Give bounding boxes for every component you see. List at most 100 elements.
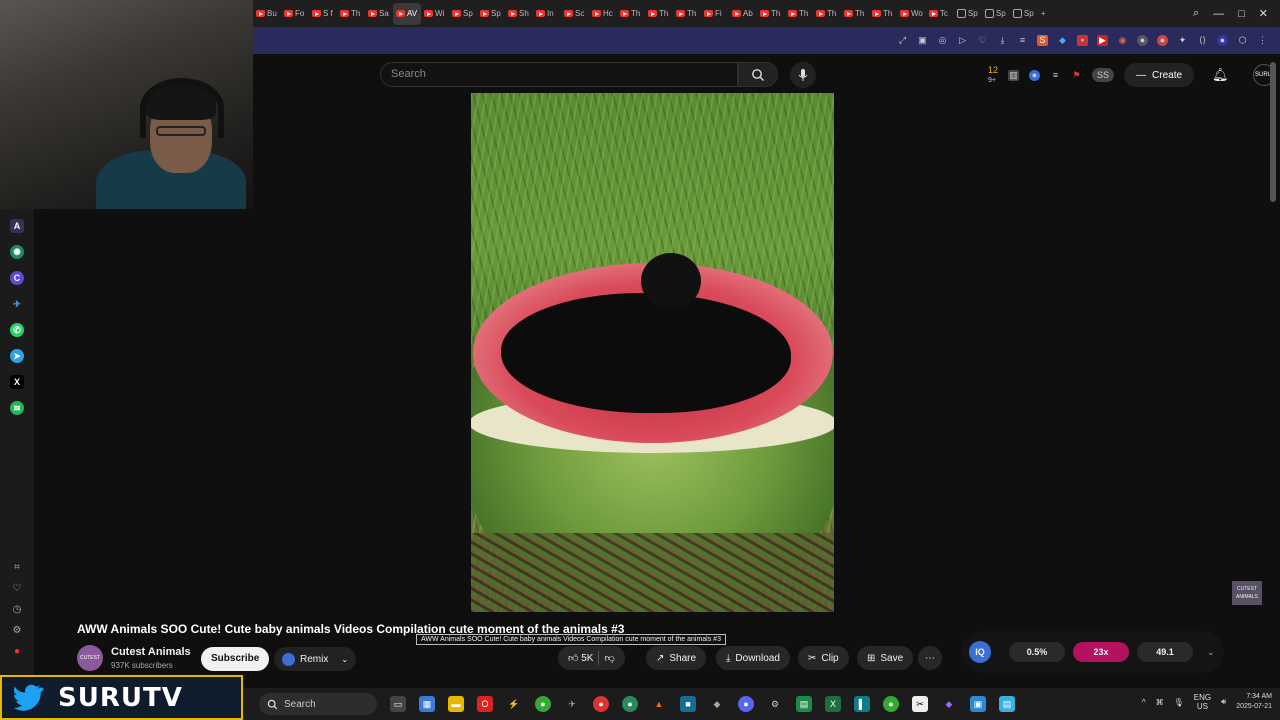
browser-tab[interactable]: Th bbox=[645, 3, 673, 25]
whatsapp-icon[interactable]: ✆ bbox=[10, 323, 24, 337]
share-button[interactable]: ↗ Share bbox=[646, 646, 707, 670]
browser-tab[interactable]: Sp bbox=[954, 3, 982, 25]
heart-icon[interactable]: ♡ bbox=[977, 35, 988, 46]
extensions-icon[interactable]: ⬡ bbox=[1237, 35, 1248, 46]
browser-tab[interactable]: Bu bbox=[253, 3, 281, 25]
create-button[interactable]: — Create bbox=[1124, 63, 1195, 87]
discord-icon[interactable]: ● bbox=[738, 696, 754, 712]
file-explorer-icon[interactable]: ▬ bbox=[448, 696, 464, 712]
network-icon[interactable]: ⌘ bbox=[1156, 698, 1164, 707]
browser-tab[interactable]: Fi bbox=[701, 3, 729, 25]
browser-tab[interactable]: Wi bbox=[421, 3, 449, 25]
more-icon[interactable]: ⋮ bbox=[1257, 35, 1268, 46]
ext-box-icon[interactable]: ▥ bbox=[1008, 69, 1020, 81]
aria-icon[interactable]: A bbox=[10, 219, 24, 233]
excel-icon[interactable]: X bbox=[825, 696, 841, 712]
screenshot-icon[interactable]: ▣ bbox=[917, 35, 928, 46]
s-extension-icon[interactable]: S bbox=[1037, 35, 1048, 46]
browser-tab[interactable]: S f bbox=[309, 3, 337, 25]
browser-tab[interactable]: AV bbox=[393, 2, 421, 25]
list-icon[interactable]: ≡ bbox=[1050, 70, 1061, 81]
vlc-icon[interactable]: ▲ bbox=[651, 696, 667, 712]
save-button[interactable]: ⊞ Save bbox=[857, 646, 914, 670]
new-tab-button[interactable]: + bbox=[1038, 3, 1066, 25]
browser-tab[interactable]: Th bbox=[813, 3, 841, 25]
play-icon[interactable]: ▷ bbox=[957, 35, 968, 46]
heart-outline-icon[interactable]: ♡ bbox=[13, 583, 22, 594]
system-clock[interactable]: 7:34 AM 2025-07-21 bbox=[1236, 692, 1272, 712]
lightning-icon[interactable]: ⚡ bbox=[506, 696, 522, 712]
c-app-icon[interactable]: C bbox=[10, 271, 24, 285]
browser-tab[interactable]: Sc bbox=[561, 3, 589, 25]
close-icon[interactable]: ✕ bbox=[1259, 7, 1268, 20]
settings-gear-icon[interactable]: ⚙ bbox=[767, 696, 783, 712]
upwork-icon[interactable]: ● bbox=[883, 696, 899, 712]
chrome-icon[interactable]: ● bbox=[1157, 35, 1168, 46]
voice-search-button[interactable] bbox=[790, 62, 816, 88]
notifications-bell-icon[interactable]: 🔔︎ bbox=[1212, 67, 1229, 83]
opera-icon[interactable]: O bbox=[477, 696, 493, 712]
browser-tab[interactable]: Sp bbox=[1010, 3, 1038, 25]
app-green-square-icon[interactable]: ▤ bbox=[796, 696, 812, 712]
search-tabs-icon[interactable]: ⌕ bbox=[1193, 7, 1199, 20]
page-scrollbar[interactable] bbox=[1270, 62, 1276, 202]
browser-tab[interactable]: Sp bbox=[449, 3, 477, 25]
browser-tab[interactable]: Th bbox=[785, 3, 813, 25]
browser-tab[interactable]: Wo bbox=[897, 3, 926, 25]
maximize-icon[interactable]: □ bbox=[1238, 8, 1245, 20]
settings-icon[interactable]: ⚙ bbox=[13, 625, 22, 636]
grid-icon[interactable]: ⌗ bbox=[14, 562, 20, 573]
notepad-icon[interactable]: ▤ bbox=[999, 696, 1015, 712]
pin-icon[interactable]: ◆ bbox=[1057, 35, 1068, 46]
photos-icon[interactable]: ▣ bbox=[970, 696, 986, 712]
channel-name[interactable]: Cutest Animals bbox=[111, 646, 191, 658]
browser-tab[interactable]: Th bbox=[337, 3, 365, 25]
app-teal-icon[interactable]: ▌ bbox=[854, 696, 870, 712]
app-purple-icon[interactable]: ◆ bbox=[941, 696, 957, 712]
browser-tab[interactable]: Sp bbox=[477, 3, 505, 25]
vpn-icon[interactable]: ● bbox=[1217, 35, 1228, 46]
volume-icon[interactable]: 🔊︎ bbox=[1221, 697, 1226, 707]
browser-tab[interactable]: Th bbox=[869, 3, 897, 25]
browser-tab[interactable]: Sh bbox=[505, 3, 533, 25]
more-actions-button[interactable]: ⋯ bbox=[918, 646, 942, 670]
minimize-icon[interactable]: — bbox=[1213, 8, 1224, 20]
spotify-icon[interactable]: ≋ bbox=[10, 401, 24, 415]
app-green-icon[interactable]: ● bbox=[535, 696, 551, 712]
dislike-button[interactable]: 👎︎ bbox=[604, 652, 614, 664]
chatgpt-icon[interactable]: ✺ bbox=[10, 245, 24, 259]
browser-tab[interactable]: Tc bbox=[926, 3, 954, 25]
clip-button[interactable]: ✂ Clip bbox=[798, 646, 849, 670]
app-diamond-icon[interactable]: ◆ bbox=[709, 696, 725, 712]
code-icon[interactable]: ⟨⟩ bbox=[1197, 35, 1208, 46]
menu-icon[interactable]: ≡ bbox=[1017, 35, 1028, 46]
ext-circle-icon[interactable]: ● bbox=[1029, 69, 1041, 81]
browser-tab[interactable]: Th bbox=[841, 3, 869, 25]
store-icon[interactable]: ▦ bbox=[419, 696, 435, 712]
download-button[interactable]: ⤓ Download bbox=[716, 646, 790, 670]
plane-icon[interactable]: ✈ bbox=[564, 696, 580, 712]
capcut-icon[interactable]: ✂ bbox=[912, 696, 928, 712]
rss-icon[interactable]: ◉ bbox=[1117, 35, 1128, 46]
channel-watermark[interactable]: CUTEST ANIMALS bbox=[1232, 581, 1262, 605]
task-view-icon[interactable]: ▭ bbox=[390, 696, 406, 712]
recorder-icon[interactable]: ▪ bbox=[1077, 35, 1088, 46]
browser-tab[interactable]: Th bbox=[617, 3, 645, 25]
puzzle-icon[interactable]: ✦ bbox=[1177, 35, 1188, 46]
x-icon[interactable]: X bbox=[10, 375, 24, 389]
alert-icon[interactable]: ⚑ bbox=[1071, 70, 1082, 81]
browser-tab[interactable]: Sa bbox=[365, 3, 393, 25]
chrome-taskbar-icon[interactable]: ● bbox=[593, 696, 609, 712]
extension-icon[interactable]: ◎ bbox=[937, 35, 948, 46]
app-blue-icon[interactable]: ■ bbox=[680, 696, 696, 712]
browser-tab[interactable]: Fo bbox=[281, 3, 309, 25]
like-button[interactable]: 👍︎ 5K bbox=[568, 652, 593, 664]
history-icon[interactable]: ◷ bbox=[13, 604, 22, 615]
channel-avatar[interactable]: CUTEST ANIMALS bbox=[77, 645, 103, 687]
app-circle-icon[interactable]: ● bbox=[622, 696, 638, 712]
messenger-icon[interactable]: ✈ bbox=[10, 297, 24, 311]
browser-tab[interactable]: Ab bbox=[729, 3, 757, 25]
video-player[interactable] bbox=[471, 93, 834, 612]
browser-tab[interactable]: In bbox=[533, 3, 561, 25]
language-indicator[interactable]: ENG US bbox=[1194, 693, 1211, 711]
